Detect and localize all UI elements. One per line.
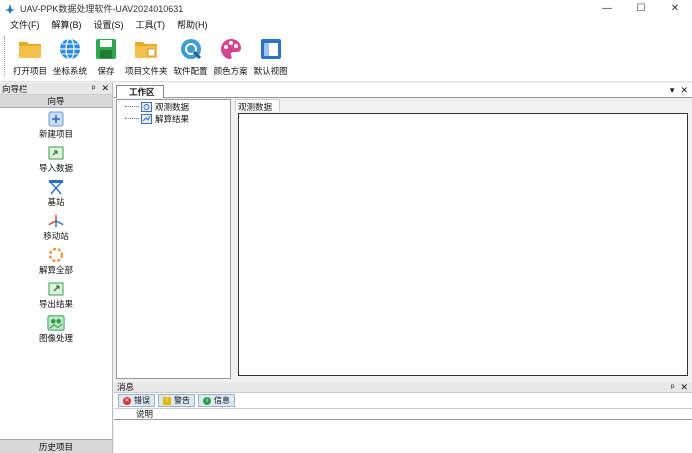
app-logo-icon (3, 2, 17, 16)
nav-close-icon[interactable]: ✕ (101, 83, 109, 94)
workspace-tabbar: 工作区 ▾ ✕ (114, 83, 692, 98)
close-button[interactable]: ✕ (658, 0, 692, 17)
globe-icon (57, 36, 83, 62)
data-pane-title: 观测数据 (235, 99, 280, 112)
open-project-button[interactable]: 打开项目 (10, 36, 50, 77)
solve-all-icon (47, 247, 65, 263)
info-icon: i (203, 396, 211, 405)
observation-data-view[interactable] (238, 113, 688, 376)
workspace-panel: 工作区 ▾ ✕ 观测数据 解算结果 观测数据 (114, 83, 692, 381)
title-bar: UAV-PPK数据处理软件-UAV2024010631 — ☐ ✕ (0, 0, 692, 17)
observation-data-icon (141, 101, 152, 112)
nav-section-wizard[interactable]: 向导 (0, 95, 112, 108)
new-project-icon (47, 111, 65, 127)
nav-item-solve-all[interactable]: 解算全部 (0, 244, 112, 278)
default-view-icon (258, 36, 284, 62)
color-scheme-button[interactable]: 颜色方案 (211, 36, 251, 77)
message-close-icon[interactable]: ✕ (680, 382, 688, 393)
toolbar-grip[interactable] (4, 36, 6, 76)
nav-item-export-result[interactable]: 导出结果 (0, 278, 112, 312)
menu-settings[interactable]: 设置(S) (94, 18, 124, 31)
filter-info-button[interactable]: i 信息 (198, 394, 235, 407)
coordinate-system-button[interactable]: 坐标系统 (50, 36, 90, 77)
image-processing-icon (47, 314, 65, 331)
menu-tools[interactable]: 工具(T) (136, 18, 166, 31)
menu-help[interactable]: 帮助(H) (177, 18, 208, 31)
import-data-icon (47, 145, 65, 161)
nav-items: 新建项目 导入数据 基站 移动站 解算全部 导出结果 图像处理 (0, 108, 112, 346)
software-config-button[interactable]: 软件配置 (171, 36, 211, 77)
menu-file[interactable]: 文件(F) (10, 18, 40, 31)
project-tree: 观测数据 解算结果 (116, 99, 231, 379)
menu-solve[interactable]: 解算(B) (52, 18, 82, 31)
settings-config-icon (178, 36, 204, 62)
toolbar: 打开项目 坐标系统 保存 项目文件夹 软件配置 颜色方案 默认视图 (0, 32, 692, 82)
project-folder-icon (133, 36, 159, 62)
pin-icon[interactable]: ᵖ (92, 83, 95, 94)
column-description[interactable]: 说明 (136, 408, 153, 420)
project-folder-button[interactable]: 项目文件夹 (122, 36, 171, 77)
filter-warning-button[interactable]: ! 警告 (158, 394, 195, 407)
folder-open-icon (17, 36, 43, 62)
window-title: UAV-PPK数据处理软件-UAV2024010631 (20, 4, 184, 14)
nav-item-base-station[interactable]: 基站 (0, 176, 112, 210)
maximize-button[interactable]: ☐ (624, 0, 658, 17)
nav-history[interactable]: 历史项目 (0, 439, 112, 453)
rover-icon (47, 213, 65, 229)
chevron-down-icon[interactable]: ▾ (670, 85, 675, 96)
observation-data-pane: 观测数据 (235, 99, 690, 379)
workspace-close-icon[interactable]: ✕ (680, 85, 688, 96)
base-station-icon (47, 179, 65, 195)
nav-item-image-processing[interactable]: 图像处理 (0, 312, 112, 346)
save-icon (93, 36, 119, 62)
warning-icon: ! (163, 396, 171, 405)
nav-item-new-project[interactable]: 新建项目 (0, 108, 112, 142)
message-panel-header: 消息 ᵖ ✕ (114, 382, 692, 393)
nav-item-rover[interactable]: 移动站 (0, 210, 112, 244)
navigation-panel: 向导栏 ᵖ ✕ 向导 新建项目 导入数据 基站 移动站 解算全部 导出结果 图像… (0, 83, 113, 453)
minimize-button[interactable]: — (590, 0, 624, 17)
default-view-button[interactable]: 默认视图 (251, 36, 291, 77)
solve-result-icon (141, 113, 152, 124)
tab-workspace[interactable]: 工作区 (116, 85, 164, 98)
message-pin-icon[interactable]: ᵖ (671, 382, 674, 393)
message-panel: 消息 ᵖ ✕ ✕ 错误 ! 警告 i 信息 说明 (114, 382, 692, 453)
message-table-header: 说明 (114, 409, 692, 420)
export-result-icon (47, 281, 65, 297)
palette-icon (218, 36, 244, 62)
filter-error-button[interactable]: ✕ 错误 (118, 394, 155, 407)
tree-item-solve-result[interactable]: 解算结果 (117, 113, 230, 124)
nav-panel-header: 向导栏 ᵖ ✕ (0, 83, 112, 95)
error-icon: ✕ (123, 396, 131, 405)
save-button[interactable]: 保存 (90, 36, 122, 77)
menu-bar: 文件(F) 解算(B) 设置(S) 工具(T) 帮助(H) (0, 17, 692, 32)
tree-item-observation-data[interactable]: 观测数据 (117, 101, 230, 112)
nav-item-import-data[interactable]: 导入数据 (0, 142, 112, 176)
message-filters: ✕ 错误 ! 警告 i 信息 (114, 393, 692, 409)
